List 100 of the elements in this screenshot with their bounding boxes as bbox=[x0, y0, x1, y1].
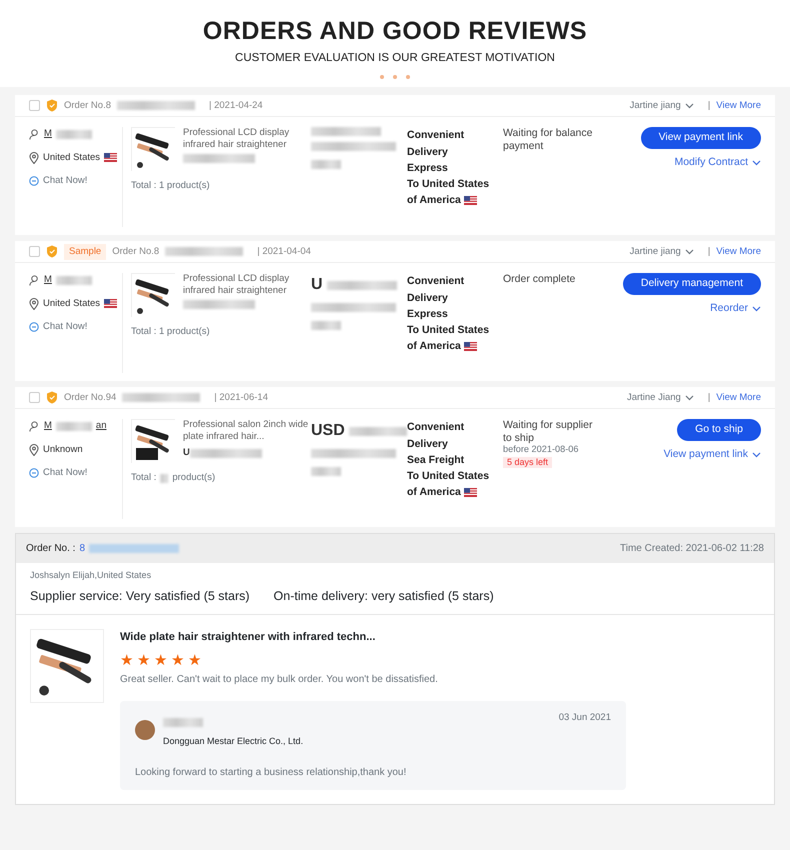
separator: | bbox=[708, 244, 710, 259]
reply-date: 03 Jun 2021 bbox=[558, 711, 611, 725]
order-number-label: Order No. : bbox=[26, 542, 76, 556]
agent-dropdown[interactable]: Jartine jiang bbox=[630, 98, 694, 113]
customer-location: Unknown bbox=[43, 442, 83, 456]
blurred-text bbox=[311, 467, 341, 476]
avatar bbox=[135, 720, 155, 740]
shipping-info: Convenient Delivery bbox=[407, 420, 466, 452]
separator: | bbox=[708, 98, 710, 113]
blurred-text bbox=[56, 276, 92, 285]
action-link[interactable]: Reorder bbox=[710, 301, 761, 317]
order-amount: U bbox=[311, 275, 323, 296]
chat-now-link[interactable]: Chat Now! bbox=[43, 174, 88, 188]
star-icon: ★ bbox=[188, 653, 201, 668]
chat-icon bbox=[29, 468, 39, 478]
checkbox[interactable] bbox=[29, 392, 40, 404]
caret-icon bbox=[684, 394, 694, 401]
countdown-tag: 5 days left bbox=[503, 457, 552, 468]
star-icon: ★ bbox=[120, 653, 133, 668]
shipping-info: To United States of America bbox=[407, 469, 490, 500]
customer-location: United States bbox=[43, 296, 100, 310]
star-icon: ★ bbox=[154, 653, 167, 668]
blurred-text bbox=[56, 130, 92, 139]
blurred-text bbox=[326, 280, 397, 290]
status-deadline: before 2021-08-06 bbox=[503, 444, 580, 456]
blurred-text bbox=[311, 160, 341, 170]
customer-name: M bbox=[44, 127, 52, 142]
product-title: Professional LCD display infrared hair straightener bbox=[183, 127, 290, 150]
rating-summary: On-time delivery: very satisfied (5 stars) bbox=[274, 588, 494, 605]
action-button[interactable]: Delivery management bbox=[622, 273, 761, 295]
order-number-link[interactable]: 8 bbox=[79, 541, 86, 556]
review-comment: Great seller. Can't wait to place my bulk order. You won't be dissatisfied. bbox=[120, 673, 439, 687]
shield-icon bbox=[46, 99, 58, 112]
page-title: ORDERS AND GOOD REVIEWS bbox=[202, 16, 588, 46]
user-icon bbox=[29, 420, 40, 432]
chat-now-link[interactable]: Chat Now! bbox=[43, 466, 88, 480]
shipping-info: Sea Freight bbox=[407, 452, 466, 468]
reply-company: Dongguan Mestar Electric Co., Ltd. bbox=[163, 735, 304, 748]
location-pin-icon bbox=[29, 444, 39, 456]
order-status: Order complete bbox=[503, 273, 576, 286]
action-link[interactable]: View payment link bbox=[664, 447, 761, 463]
shipping-info: Express bbox=[407, 306, 449, 322]
order-amount: USD bbox=[311, 421, 345, 442]
blurred-text bbox=[183, 300, 255, 310]
checkbox[interactable] bbox=[29, 100, 40, 112]
action-button[interactable]: View payment link bbox=[640, 127, 761, 149]
view-more-link[interactable]: View More bbox=[716, 390, 761, 405]
reply-text: Looking forward to starting a business relationship,thank you! bbox=[135, 766, 408, 780]
action-link[interactable]: Modify Contract bbox=[674, 155, 761, 171]
location-pin-icon bbox=[29, 152, 39, 164]
shield-icon bbox=[46, 391, 58, 404]
blurred-text bbox=[160, 474, 168, 483]
blurred-text bbox=[183, 154, 255, 164]
customer-name: M bbox=[44, 273, 52, 288]
sample-tag: Sample bbox=[64, 244, 106, 260]
page-subtitle: CUSTOMER EVALUATION IS OUR GREATEST MOTIVATION bbox=[234, 51, 556, 66]
order-date: | 2021-04-04 bbox=[257, 244, 311, 259]
review-product-title: Wide plate hair straightener with infrared techn... bbox=[120, 630, 376, 644]
view-more-link[interactable]: View More bbox=[716, 98, 761, 113]
checkbox[interactable] bbox=[29, 246, 40, 258]
shipping-info: Convenient Delivery bbox=[407, 128, 466, 160]
caret-icon bbox=[752, 306, 761, 312]
product-total: Total : 1 product(s) bbox=[131, 325, 210, 340]
blurred-text bbox=[311, 321, 341, 330]
action-button[interactable]: Go to ship bbox=[677, 419, 761, 441]
separator: | bbox=[708, 390, 710, 405]
order-status: Waiting for balance payment bbox=[503, 127, 594, 152]
rating-summary: Supplier service: Very satisfied (5 stars) bbox=[30, 588, 250, 605]
caret-icon bbox=[684, 248, 694, 255]
order-number: Order No.94 bbox=[64, 390, 116, 405]
chat-now-link[interactable]: Chat Now! bbox=[43, 320, 88, 334]
flag-icon bbox=[464, 488, 477, 498]
blurred-text bbox=[163, 718, 203, 728]
product-code: U bbox=[183, 446, 190, 460]
time-created: Time Created: 2021-06-02 11:28 bbox=[620, 542, 764, 556]
blurred-text bbox=[311, 127, 381, 136]
product-total: product(s) bbox=[172, 471, 216, 486]
shipping-info: Express bbox=[407, 160, 449, 176]
shipping-info: To United States of America bbox=[407, 177, 490, 208]
chat-icon bbox=[29, 176, 39, 186]
agent-dropdown[interactable]: Jartine Jiang bbox=[626, 390, 694, 405]
product-title: Professional LCD display infrared hair straightener bbox=[183, 273, 290, 296]
order-number: Order No.8 bbox=[112, 244, 160, 259]
user-icon bbox=[29, 128, 40, 140]
product-title: Professional salon 2inch wide plate infrared hair... bbox=[183, 419, 310, 442]
blurred-text bbox=[56, 422, 92, 431]
user-icon bbox=[29, 274, 40, 286]
customer-name: an bbox=[96, 419, 106, 434]
caret-icon bbox=[684, 102, 694, 109]
view-more-link[interactable]: View More bbox=[716, 244, 761, 259]
customer-name: M bbox=[44, 419, 52, 434]
customer-location: United States bbox=[43, 150, 100, 164]
order-status: Waiting for supplier to ship bbox=[503, 419, 594, 444]
agent-dropdown[interactable]: Jartine jiang bbox=[630, 244, 694, 259]
star-icon: ★ bbox=[171, 653, 184, 668]
shield-icon bbox=[46, 245, 58, 258]
chat-icon bbox=[29, 322, 39, 332]
caret-icon bbox=[752, 160, 761, 166]
blurred-text bbox=[348, 426, 407, 436]
order-number: Order No.8 bbox=[64, 98, 111, 113]
